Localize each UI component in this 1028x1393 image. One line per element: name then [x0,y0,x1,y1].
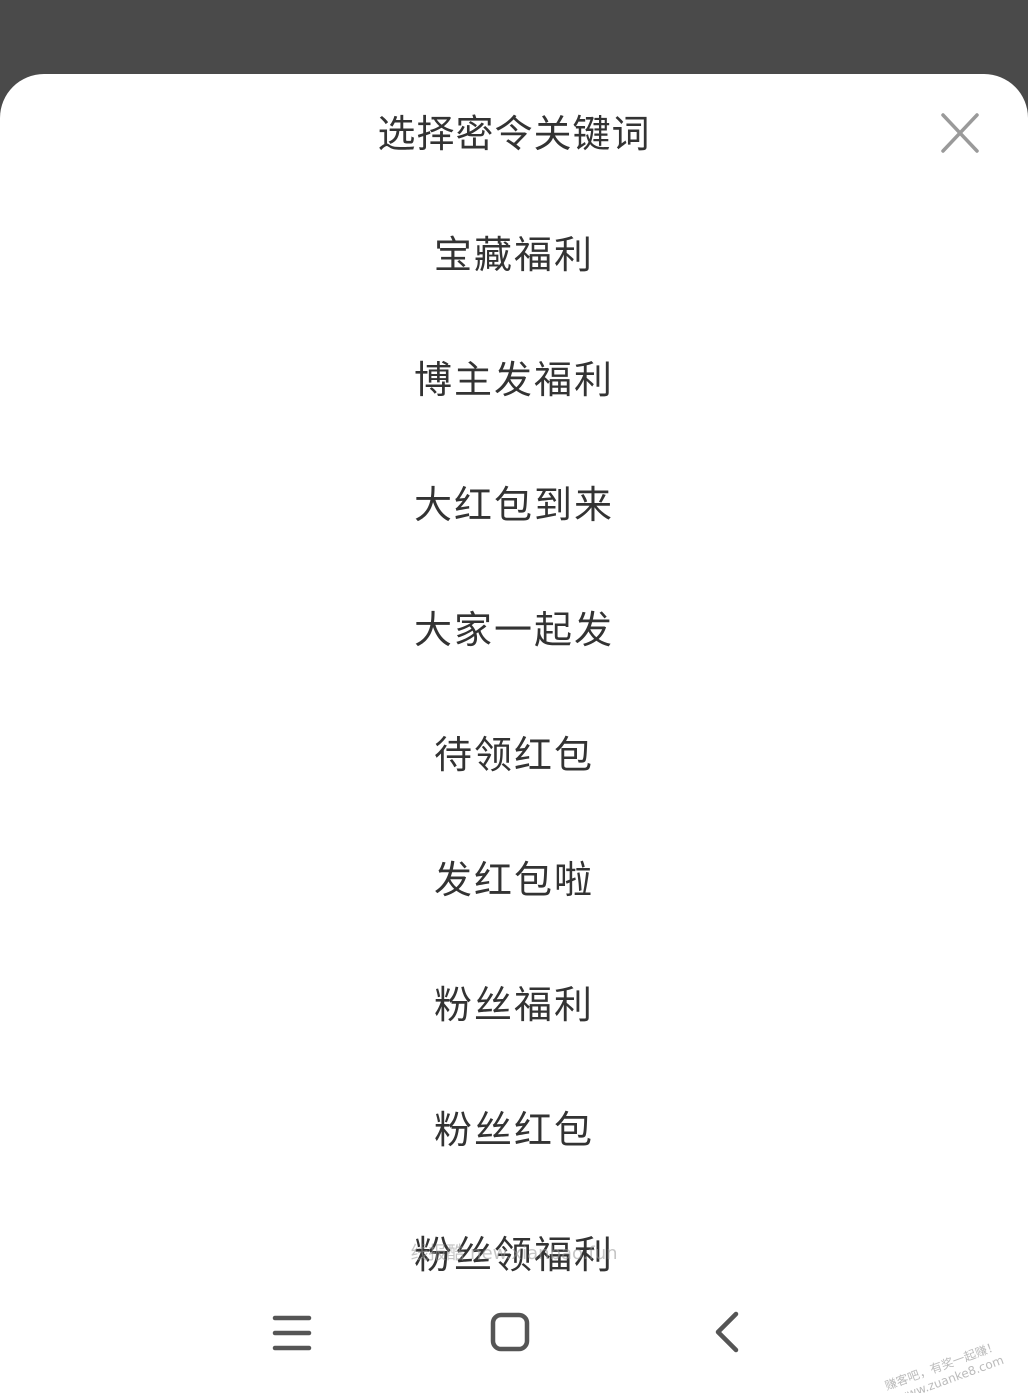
keyword-option[interactable]: 发红包啦 [0,818,1028,943]
close-button[interactable] [932,108,988,160]
close-icon [941,113,979,153]
keyword-option[interactable]: 宝藏福利 [0,193,1028,318]
keyword-option[interactable]: 大家一起发 [0,568,1028,693]
keyword-option[interactable]: 粉丝福利 [0,943,1028,1068]
menu-icon [272,1315,312,1351]
keyword-option[interactable]: 待领红包 [0,693,1028,818]
system-navigation-bar: 赚客吧，有奖一起赚！ www.zuanke8.com [0,1273,1028,1393]
keyword-picker-sheet: 选择密令关键词 宝藏福利 博主发福利 大红包到来 大家一起发 待领红包 发红包啦… [0,74,1028,1393]
back-icon [715,1311,739,1353]
recent-apps-button[interactable] [262,1308,322,1358]
keyword-option-list: 宝藏福利 博主发福利 大红包到来 大家一起发 待领红包 发红包啦 粉丝福利 粉丝… [0,193,1028,1318]
keyword-option[interactable]: 粉丝红包 [0,1068,1028,1193]
keyword-option[interactable]: 博主发福利 [0,318,1028,443]
home-icon [490,1312,530,1352]
corner-watermark: 赚客吧，有奖一起赚！ www.zuanke8.com [882,1338,1006,1393]
home-button[interactable] [480,1308,540,1358]
keyword-option[interactable]: 大红包到来 [0,443,1028,568]
sheet-title: 选择密令关键词 [377,112,651,156]
back-button[interactable] [698,1308,758,1358]
